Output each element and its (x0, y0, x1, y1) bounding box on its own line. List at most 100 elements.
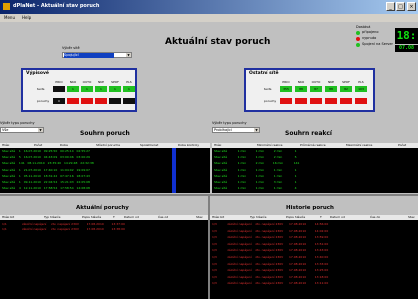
status-cell (295, 98, 307, 104)
status-cell: 1 (109, 86, 121, 92)
menu-item-menu[interactable]: Menu (4, 15, 15, 20)
col-header: PRIO (282, 80, 290, 84)
menu-bar: Menu Help (0, 14, 418, 22)
table-row[interactable]: 1/3 záložní napájení ztv. napájení 230V … (212, 234, 328, 241)
history-rows: 1/3 záložní napájení ztv. napájení 230V … (212, 221, 328, 287)
table-row[interactable]: 1/3 záložní napájení ztv. napájení 230V … (212, 267, 328, 274)
table-row[interactable]: Stav sítě 4 12.11.2010 17:58:54 17:58:54… (2, 185, 94, 191)
summary-table: Stav sítě 1 16.07.2010 09:25:50 00:25:14… (0, 148, 210, 193)
table-row[interactable]: 1/3 záložní napájení ztv. napájení 230V … (212, 274, 328, 281)
status-cell (123, 98, 135, 104)
right-filter-value: Probíhající (214, 128, 232, 132)
status-cell: 82 (340, 86, 352, 92)
table-row[interactable]: Stav sítě 1 min 1 min 1 min 1 (214, 167, 299, 173)
clock-time: 18: (395, 28, 418, 44)
col-header: NKE (327, 80, 335, 84)
network-select-value: Spojující (64, 53, 114, 58)
col-header: NKO (69, 80, 77, 84)
status-cell: 88 (295, 86, 307, 92)
col-header: PLS (126, 80, 132, 84)
status-cell (280, 98, 292, 104)
col-header: NKO (297, 80, 305, 84)
legend-item-label: připojeno (362, 30, 379, 34)
row-label: texts (264, 87, 272, 91)
col-header: NKE (97, 80, 105, 84)
status-cell: 1 (81, 86, 93, 92)
status-cell: 1 (123, 86, 135, 92)
col-header: OUTO (82, 80, 92, 84)
status-dot-icon (356, 31, 360, 35)
status-cell (355, 98, 367, 104)
reactions-table: Stav sítě 1 min 1 min 2 min 1 Stav sítě … (212, 148, 418, 193)
chevron-down-icon: ▼ (38, 128, 43, 132)
status-cell (53, 86, 65, 92)
close-button[interactable]: × (407, 2, 416, 11)
table-row[interactable]: 1/3 záložní napájení ztv. napájení 230V … (212, 254, 328, 261)
panel-title: Ostatní sítě (249, 71, 279, 76)
status-dot-icon (356, 43, 360, 47)
legend-item-label: Spojení na Server (362, 42, 393, 46)
col-header: OUTO (311, 80, 321, 84)
col-header: PRIO (55, 80, 63, 84)
table-row[interactable]: 1/3 záložní napájení ztv. napájení 230V … (212, 261, 328, 268)
window-title: dPlaNet - Aktuální stav poruch (13, 3, 100, 9)
left-filter-value: Vše (2, 128, 9, 132)
status-cell (81, 98, 93, 104)
status-cell (310, 98, 322, 104)
network-select[interactable]: Spojující ▼ (62, 52, 132, 58)
reactions-title: Souhrn reakcí (285, 130, 332, 137)
status-cell: 1 (95, 86, 107, 92)
status-cell (95, 98, 107, 104)
right-filter-label: Výběr typu poruchy (212, 121, 247, 125)
history-faults-table: 1/3 záložní napájení ztv. napájení 230V … (210, 220, 418, 299)
table-row[interactable]: 1/3 záložní napájení ztv. napájení 230V … (212, 228, 328, 235)
panel-title: Výpisové (26, 71, 49, 76)
status-dot-icon (356, 37, 360, 41)
row-label: poruchy (37, 99, 50, 103)
status-cell: 87 (310, 86, 322, 92)
table-row[interactable]: 1/3 záložní napájení ztv. napájení 230V … (212, 247, 328, 254)
top-select-label: Výběr sítě (62, 46, 80, 50)
col-header: SPOF (111, 80, 119, 84)
menu-item-help[interactable]: Help (22, 15, 31, 20)
summary-rows: Stav sítě 1 16.07.2010 09:25:50 00:25:14… (2, 148, 94, 191)
table-row[interactable]: 1/1 záložní napájení ztv. napájení 230V … (2, 227, 125, 231)
summary-title: Souhrn poruch (80, 130, 130, 137)
table-row[interactable]: 1/3 záložní napájení ztv. napájení 230V … (212, 241, 328, 248)
status-cell: 88 (325, 86, 337, 92)
table-row[interactable]: 1/1 záložní napájení ztv. napájení 230V … (2, 222, 125, 226)
active-faults-title: Aktuální poruchy (76, 205, 129, 211)
highlight-column (172, 148, 176, 193)
chevron-down-icon: ▼ (254, 128, 259, 132)
status-cell: 355 (280, 86, 292, 92)
minimize-button[interactable]: _ (386, 2, 395, 11)
vertical-divider (208, 196, 210, 299)
title-bar: dPlaNet - Aktuální stav poruch _ □ × (0, 0, 418, 14)
page-title: Aktuální stav poruch (165, 37, 271, 47)
row-label: texts (37, 87, 45, 91)
status-cell (67, 98, 79, 104)
clock-date: 07.08 (395, 45, 418, 52)
panel-other-networks: Ostatní sítě PRIO NKO OUTO NKE SPOF PLS … (244, 68, 375, 112)
table-row[interactable]: 1/3 záložní napájení ztv. napájení 230V … (212, 221, 328, 228)
app-icon (3, 3, 10, 10)
table-row[interactable]: 1/3 záložní napájení ztv. napájení 230V … (212, 280, 328, 287)
table-row[interactable]: Stav sítě 1 21.07.2010 17:40:10 11:04:02… (2, 167, 94, 173)
history-faults-title: Historie poruch (286, 205, 334, 211)
legend-item-label: vypnuto (362, 36, 377, 40)
maximize-button[interactable]: □ (396, 2, 405, 11)
status-cell (340, 98, 352, 104)
row-label: poruchy (264, 99, 277, 103)
right-filter-select[interactable]: Probíhající ▼ (212, 127, 260, 133)
chevron-down-icon: ▼ (126, 53, 131, 57)
table-row[interactable]: Stav sítě 1 min 2 min 16 min 141 (214, 160, 299, 166)
col-header: SPOF (342, 80, 350, 84)
status-cell: 103 (355, 86, 367, 92)
status-cell (325, 98, 337, 104)
reactions-rows: Stav sítě 1 min 1 min 2 min 1 Stav sítě … (214, 148, 299, 191)
left-filter-select[interactable]: Vše ▼ (0, 127, 44, 133)
table-row[interactable]: Stav sítě 141 08.11.2010 23:35:40 14:29:… (2, 160, 94, 166)
table-row[interactable]: Stav sítě 1 min 1 min 1 min 4 (214, 185, 299, 191)
status-cell: 1 (67, 86, 79, 92)
status-cell (109, 98, 121, 104)
